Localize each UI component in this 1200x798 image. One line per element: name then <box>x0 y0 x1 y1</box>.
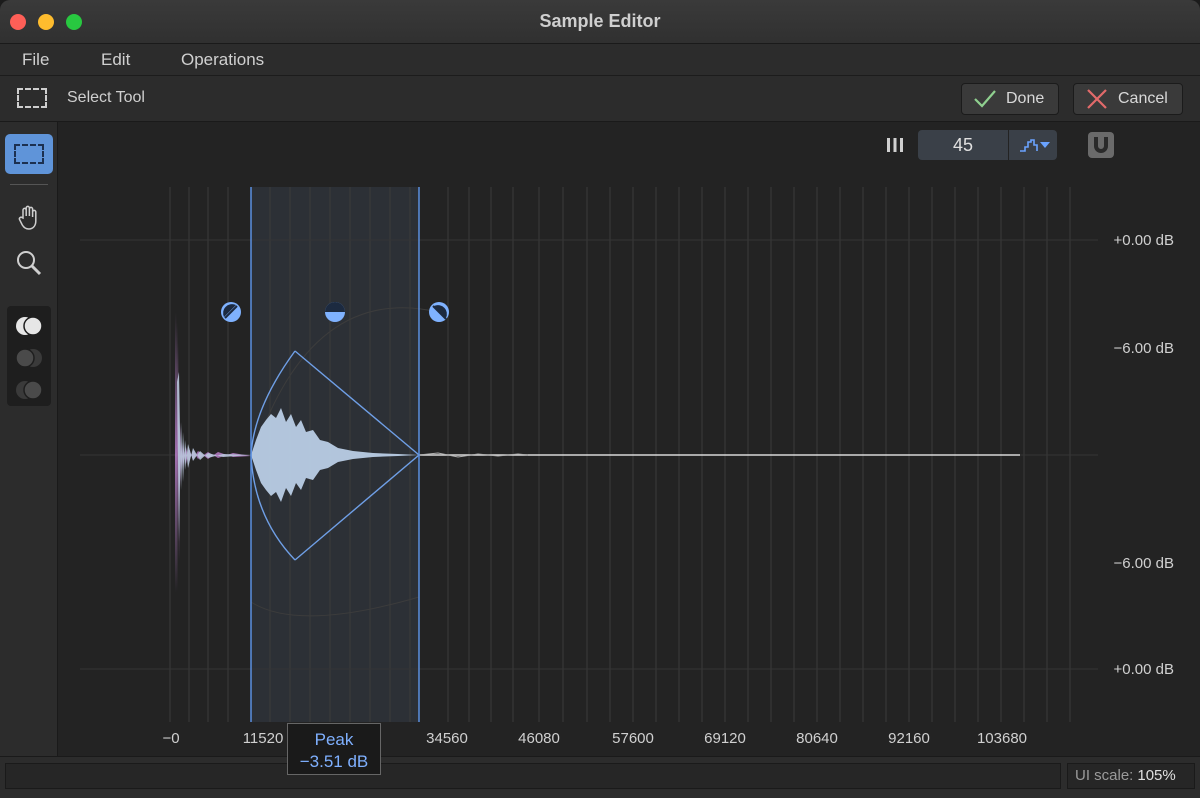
left-channel-icon[interactable] <box>15 346 43 370</box>
ui-scale-value: 105% <box>1137 767 1176 784</box>
cancel-button-label: Cancel <box>1118 90 1168 107</box>
select-tool-icon <box>17 88 47 108</box>
menu-file[interactable]: File <box>22 50 49 70</box>
x-label: 34560 <box>426 730 468 747</box>
center-handle[interactable] <box>325 302 345 322</box>
x-label: 92160 <box>888 730 930 747</box>
hand-tool-icon[interactable] <box>14 202 44 232</box>
db-label-top: +0.00 dB <box>1113 232 1174 249</box>
sidebar-divider <box>10 184 48 185</box>
select-tool-button[interactable] <box>5 134 53 174</box>
x-label: 69120 <box>704 730 746 747</box>
x-label: 80640 <box>796 730 838 747</box>
sample-editor-window: Sample Editor File Edit Operations Selec… <box>0 0 1200 798</box>
peak-tooltip-value: −3.51 dB <box>299 752 369 771</box>
x-label: 57600 <box>612 730 654 747</box>
db-label-lower: −6.00 dB <box>1113 555 1174 572</box>
x-label: 11520 <box>242 730 284 747</box>
db-label-upper: −6.00 dB <box>1113 340 1174 357</box>
done-button[interactable]: Done <box>961 83 1059 115</box>
fade-out-handle[interactable] <box>429 302 449 322</box>
fade-in-handle[interactable] <box>221 302 241 322</box>
zoom-tool-icon[interactable] <box>14 248 44 278</box>
channel-mode-group <box>7 306 51 406</box>
title-bar: Sample Editor <box>0 0 1200 44</box>
toolbar: Select Tool Done Cancel <box>0 76 1200 122</box>
status-bar: UI scale: 105% <box>0 756 1200 798</box>
tool-sidebar <box>0 122 58 756</box>
waveform-canvas[interactable] <box>58 122 1200 756</box>
ui-scale-control[interactable]: UI scale: 105% <box>1067 763 1195 789</box>
menu-bar: File Edit Operations <box>0 44 1200 76</box>
menu-edit[interactable]: Edit <box>101 50 130 70</box>
db-label-bottom: +0.00 dB <box>1113 661 1174 678</box>
stereo-both-channels-icon[interactable] <box>15 314 43 338</box>
ui-scale-label: UI scale: <box>1075 767 1134 784</box>
done-button-label: Done <box>1006 90 1045 107</box>
peak-tooltip: Peak −3.51 dB <box>287 723 381 775</box>
x-label: −0 <box>162 730 180 747</box>
select-tool-icon <box>14 144 44 164</box>
window-title: Sample Editor <box>539 11 661 31</box>
checkmark-icon <box>974 90 996 108</box>
peak-tooltip-label: Peak <box>314 730 354 749</box>
status-message-field <box>5 763 1061 789</box>
close-icon <box>1087 89 1107 109</box>
waveform-transient <box>175 312 251 592</box>
x-label: 103680 <box>976 730 1028 747</box>
menu-operations[interactable]: Operations <box>181 50 264 70</box>
x-label: 46080 <box>518 730 560 747</box>
cancel-button[interactable]: Cancel <box>1073 83 1183 115</box>
waveform-editor[interactable]: 45 +0.00 dB −6.00 dB −6.00 dB +0.00 dB −… <box>58 122 1200 756</box>
current-tool-label: Select Tool <box>67 89 145 106</box>
right-channel-icon[interactable] <box>15 378 43 402</box>
